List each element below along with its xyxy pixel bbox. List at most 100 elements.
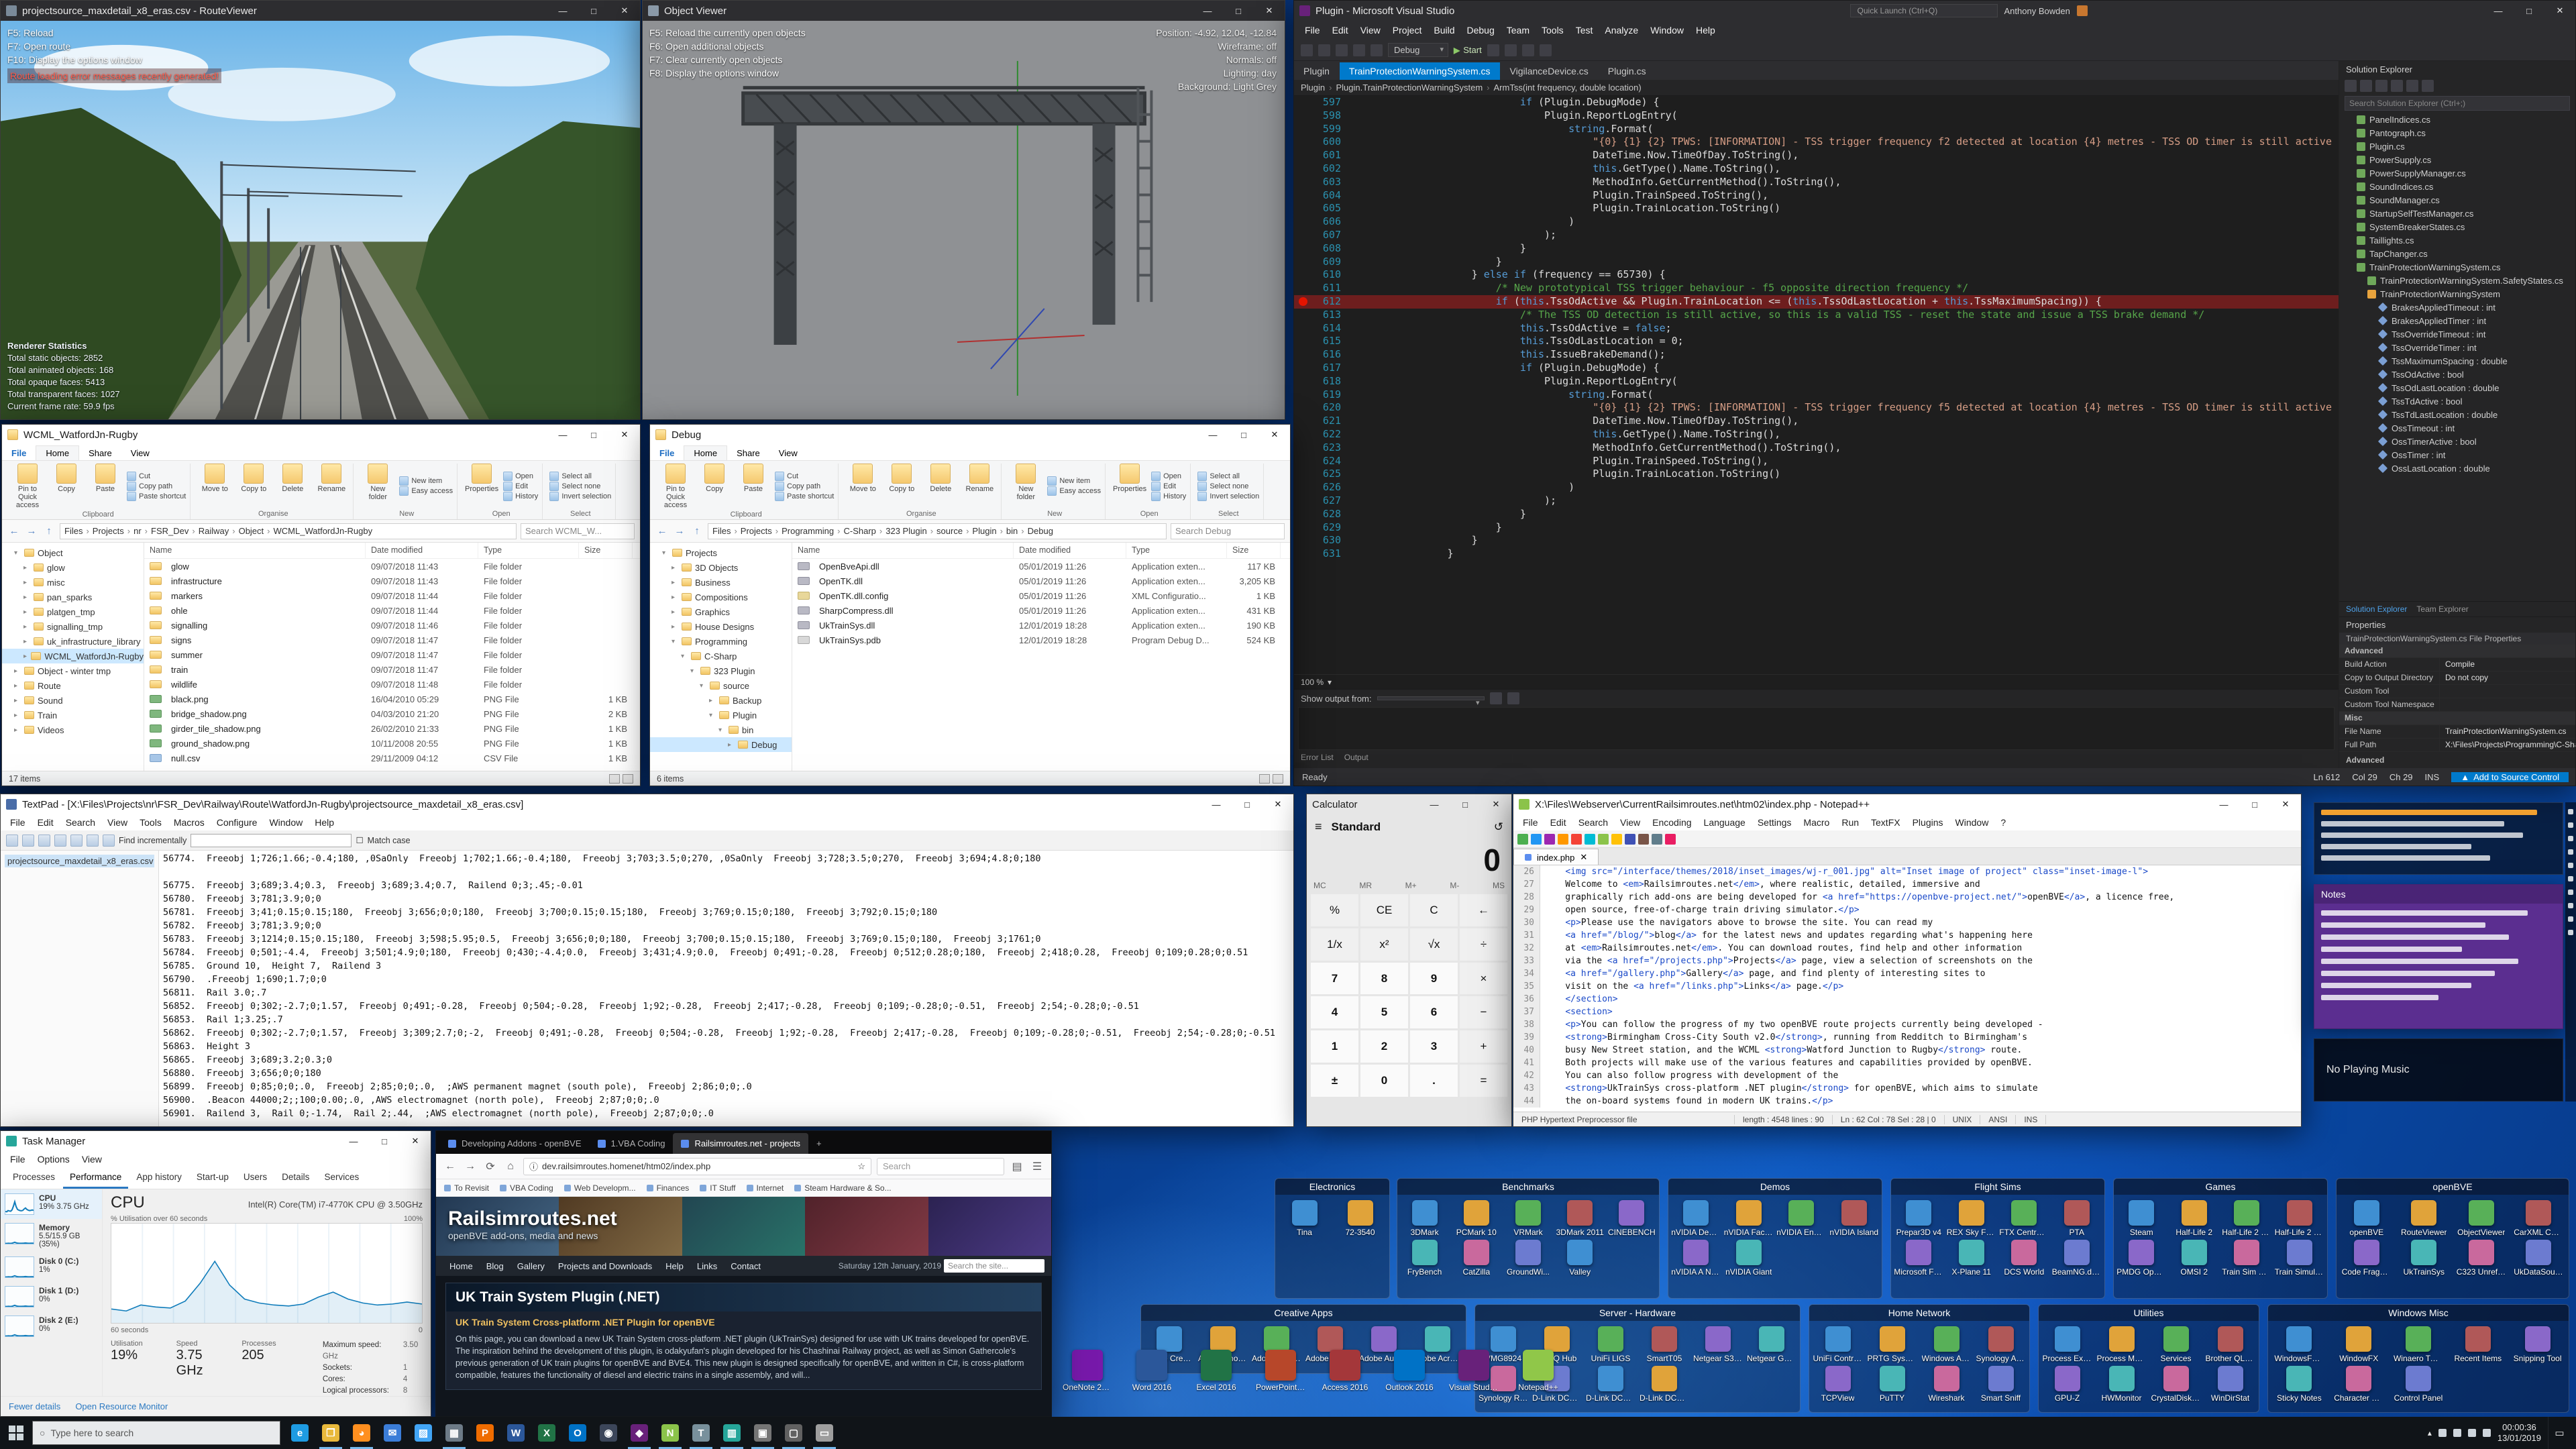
desktop-icon-nvidia-a-new-dawn[interactable]: nVIDIA A New Dawn bbox=[1670, 1237, 1723, 1277]
new-icon[interactable] bbox=[6, 835, 18, 847]
close-icon[interactable]: ✕ bbox=[400, 1131, 431, 1151]
clear-output-icon[interactable] bbox=[1490, 692, 1502, 704]
desktop-icon-vrmark[interactable]: VRMark bbox=[1502, 1197, 1554, 1237]
desktop-icon-snipping-tool[interactable]: Snipping Tool bbox=[2508, 1324, 2567, 1363]
toolbar-icon-7[interactable] bbox=[1611, 834, 1622, 845]
expander-icon[interactable]: ▸ bbox=[14, 682, 21, 690]
calc-key-6[interactable]: 6 bbox=[1410, 996, 1458, 1028]
ribbon-button-history[interactable]: History bbox=[1151, 492, 1186, 501]
up-icon[interactable]: ↑ bbox=[690, 525, 704, 537]
ribbon-button-delete[interactable]: Delete bbox=[923, 464, 958, 508]
expander-icon[interactable]: ▸ bbox=[672, 564, 678, 572]
expander-icon[interactable]: ▸ bbox=[672, 623, 678, 631]
expander-icon[interactable]: ▸ bbox=[14, 667, 21, 675]
ribbon-button-cut[interactable]: Cut bbox=[775, 472, 834, 481]
calc-key-[interactable]: + bbox=[1460, 1030, 1507, 1063]
taskbar-app-calculator[interactable]: ▦ bbox=[439, 1417, 470, 1449]
desktop-icon-ftx-central-3[interactable]: FTX Central 3 bbox=[1998, 1197, 2051, 1237]
property-row[interactable]: Copy to Output DirectoryDo not copy bbox=[2339, 672, 2575, 685]
refresh-icon[interactable] bbox=[2391, 80, 2403, 92]
desktop-icon-nvidia-island[interactable]: nVIDIA Island bbox=[1828, 1197, 1881, 1237]
vs-menu-edit[interactable]: Edit bbox=[1327, 23, 1354, 38]
breakpoint-margin[interactable] bbox=[1294, 388, 1311, 402]
taskmgr-menu-file[interactable]: File bbox=[5, 1152, 31, 1166]
tree-item[interactable]: ▸uk_infrastructure_library bbox=[2, 634, 144, 649]
calc-key-1[interactable]: 1 bbox=[1311, 1030, 1358, 1063]
ribbon-button-new-item[interactable]: New item bbox=[1047, 476, 1101, 486]
desktop-icon-steam[interactable]: Steam bbox=[2115, 1197, 2168, 1237]
tree-item[interactable]: ▾Programming bbox=[650, 634, 792, 649]
file-row[interactable]: girder_tile_shadow.png26/02/2010 21:33PN… bbox=[144, 721, 640, 736]
reload-icon[interactable]: ⟳ bbox=[483, 1160, 498, 1173]
breadcrumb-segment[interactable]: bin bbox=[1006, 526, 1018, 536]
property-value[interactable]: X:\Files\Projects\Programming\C-Sharp\32… bbox=[2440, 739, 2575, 751]
column-header-type[interactable]: Type bbox=[478, 543, 579, 558]
breadcrumb[interactable]: Files›Projects›Programming›C-Sharp›323 P… bbox=[708, 523, 1167, 539]
breakpoint-margin[interactable] bbox=[1294, 136, 1311, 149]
expander-icon[interactable]: ▾ bbox=[14, 549, 21, 557]
step-over-icon[interactable] bbox=[1487, 44, 1499, 56]
desktop-icon-netgear-s3300[interactable]: Netgear S3300 bbox=[1691, 1324, 1745, 1363]
ribbon-tab-share[interactable]: Share bbox=[79, 446, 121, 460]
browser-tab-developing-addons-openbve[interactable]: Developing Addons - openBVE bbox=[440, 1133, 590, 1154]
taskbar-app-object-viewer[interactable]: ▭ bbox=[809, 1417, 840, 1449]
file-row[interactable]: ohle09/07/2018 11:44File folder bbox=[144, 603, 640, 618]
file-row[interactable]: signs09/07/2018 11:47File folder bbox=[144, 633, 640, 647]
file-row[interactable]: summer09/07/2018 11:47File folder bbox=[144, 647, 640, 662]
ribbon-button-pin-to-quick-access[interactable]: Pin to Quick access bbox=[10, 464, 45, 509]
collapse-all-icon[interactable] bbox=[2406, 80, 2418, 92]
breadcrumb-segment[interactable]: Plugin bbox=[972, 526, 996, 536]
dock-icon-5[interactable] bbox=[2568, 876, 2573, 881]
taskmgr-tab-processes[interactable]: Processes bbox=[6, 1167, 62, 1189]
desktop-icon-windowsfx-10[interactable]: WindowsFX 10 bbox=[2269, 1324, 2329, 1363]
maximize-icon[interactable]: □ bbox=[578, 425, 609, 445]
ribbon-button-pin-to-quick-access[interactable]: Pin to Quick access bbox=[658, 464, 693, 509]
taskbar-app-microsoft-edge[interactable]: e bbox=[284, 1417, 315, 1449]
taskmgr-tab-performance[interactable]: Performance bbox=[63, 1167, 128, 1189]
objectviewer-titlebar[interactable]: Object Viewer —□✕ bbox=[643, 1, 1285, 21]
desktop-icon-groundwi[interactable]: GroundWi... bbox=[1502, 1237, 1554, 1277]
breadcrumb-segment[interactable]: Plugin.TrainProtectionWarningSystem bbox=[1336, 83, 1483, 93]
close-icon[interactable]: ✕ bbox=[1254, 1, 1285, 21]
breakpoint-margin[interactable] bbox=[1294, 96, 1311, 109]
desktop-icon-powerpoint-2016[interactable]: PowerPoint 2016 bbox=[1252, 1347, 1309, 1392]
breakpoint-margin[interactable] bbox=[1294, 348, 1311, 362]
npp-menu-encoding[interactable]: Encoding bbox=[1647, 816, 1697, 829]
breakpoint-margin[interactable] bbox=[1294, 215, 1311, 229]
vs-menu-project[interactable]: Project bbox=[1387, 23, 1428, 38]
breakpoint-margin[interactable] bbox=[1294, 455, 1311, 468]
site-info-icon[interactable]: ⓘ bbox=[529, 1160, 538, 1173]
breakpoint-margin[interactable] bbox=[1294, 123, 1311, 136]
dock-icon-2[interactable] bbox=[2568, 836, 2573, 841]
ribbon-button-select-none[interactable]: Select none bbox=[549, 482, 611, 491]
solution-tree-item[interactable]: TssTdLastLocation : double bbox=[2339, 408, 2575, 421]
desktop-icon-visual-studio-2017[interactable]: Visual Studio 2017 bbox=[1445, 1347, 1503, 1392]
vs-menu-window[interactable]: Window bbox=[1645, 23, 1689, 38]
panel-tab-error-list[interactable]: Error List bbox=[1301, 753, 1334, 762]
tree-item[interactable]: ▸platgen_tmp bbox=[2, 604, 144, 619]
close-icon[interactable]: ✕ bbox=[1481, 794, 1511, 814]
breakpoint-margin[interactable] bbox=[1294, 468, 1311, 481]
maximize-icon[interactable]: □ bbox=[369, 1131, 400, 1151]
tree-item[interactable]: ▸Compositions bbox=[650, 590, 792, 604]
ribbon-button-easy-access[interactable]: Easy access bbox=[1047, 486, 1101, 496]
taskbar-app-outlook[interactable]: O bbox=[562, 1417, 593, 1449]
expander-icon[interactable]: ▾ bbox=[690, 667, 697, 675]
calc-key-3[interactable]: 3 bbox=[1410, 1030, 1458, 1063]
breakpoint-margin[interactable] bbox=[1294, 242, 1311, 256]
save-icon[interactable] bbox=[1371, 44, 1383, 56]
forward-icon[interactable]: → bbox=[463, 1161, 478, 1173]
npp-menu-language[interactable]: Language bbox=[1699, 816, 1751, 829]
desktop-icon-smartt05[interactable]: SmartT05 bbox=[1638, 1324, 1691, 1363]
memory-button-ms[interactable]: MS bbox=[1493, 881, 1505, 890]
desktop-icon-dcs-world[interactable]: DCS World bbox=[1998, 1237, 2051, 1277]
solution-tree-item[interactable]: TssOdLastLocation : double bbox=[2339, 381, 2575, 394]
memory-button-mr[interactable]: MR bbox=[1359, 881, 1372, 890]
desktop-icon-openbve[interactable]: openBVE bbox=[2338, 1197, 2396, 1237]
calc-key-[interactable]: ± bbox=[1311, 1065, 1358, 1097]
toolbar-icon-2[interactable] bbox=[1544, 834, 1555, 845]
search-input[interactable]: Search WCML_W... bbox=[521, 523, 635, 539]
dock-icon-1[interactable] bbox=[2568, 822, 2573, 828]
textpad-menu-search[interactable]: Search bbox=[60, 816, 101, 829]
ribbon-button-new-folder[interactable]: New folder bbox=[1008, 464, 1043, 508]
